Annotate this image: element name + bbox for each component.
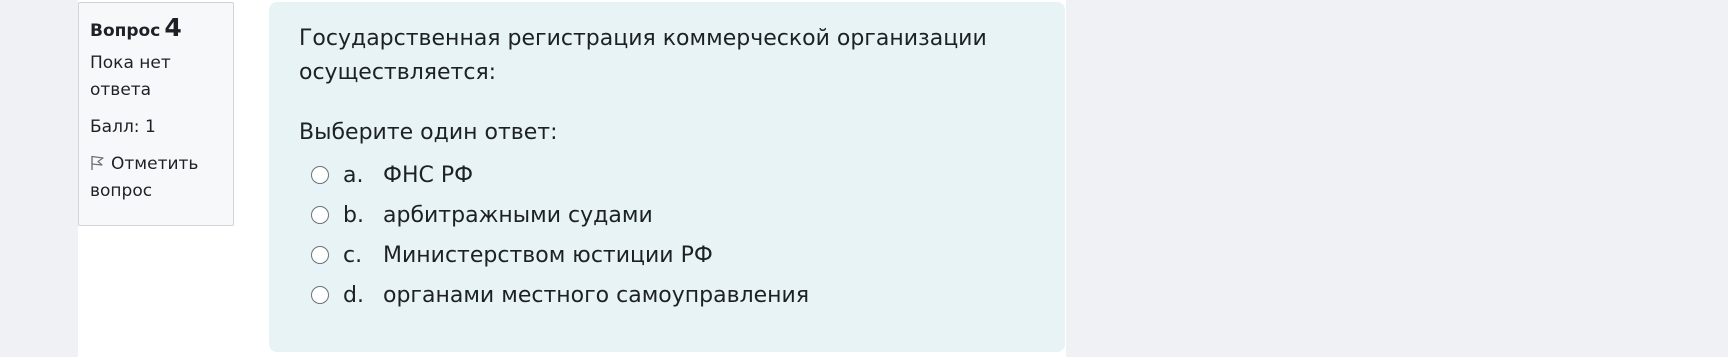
question-state: Пока нет ответа [90, 53, 171, 100]
answer-label[interactable]: Министерством юстиции РФ [383, 243, 713, 268]
answer-label[interactable]: ФНС РФ [383, 163, 473, 188]
radio-button-c[interactable] [311, 246, 329, 264]
question-number-value: 4 [164, 13, 182, 42]
answer-label[interactable]: органами местного самоуправления [383, 283, 809, 308]
question-formulation: Государственная регистрация коммерческой… [269, 2, 1065, 352]
radio-button-d[interactable] [311, 286, 329, 304]
answer-option-d[interactable]: d. органами местного самоуправления [311, 275, 1035, 315]
answer-label[interactable]: арбитражными судами [383, 203, 653, 228]
answer-letter: a. [343, 162, 364, 188]
answer-option-c[interactable]: c. Министерством юстиции РФ [311, 235, 1035, 275]
radio-button-b[interactable] [311, 206, 329, 224]
answer-letter: d. [343, 282, 364, 308]
answer-list: a. ФНС РФ b. арбитражными судами c. Мини… [311, 155, 1035, 315]
question-number: Вопрос 4 [90, 13, 222, 46]
answer-letter: c. [343, 242, 363, 268]
answer-prompt: Выберите один ответ: [299, 120, 558, 145]
radio-button-a[interactable] [311, 166, 329, 184]
flag-icon [90, 154, 111, 174]
question-grade: Балл: 1 [90, 117, 156, 137]
question-text: Государственная регистрация коммерческой… [299, 26, 987, 85]
flag-question-link[interactable]: Отметить вопрос [90, 151, 222, 205]
answer-option-b[interactable]: b. арбитражными судами [311, 195, 1035, 235]
answer-option-a[interactable]: a. ФНС РФ [311, 155, 1035, 195]
question-info-panel: Вопрос 4 Пока нет ответа Балл: 1 Отметить… [78, 2, 234, 226]
answer-letter: b. [343, 202, 364, 228]
question-label: Вопрос [90, 21, 161, 41]
